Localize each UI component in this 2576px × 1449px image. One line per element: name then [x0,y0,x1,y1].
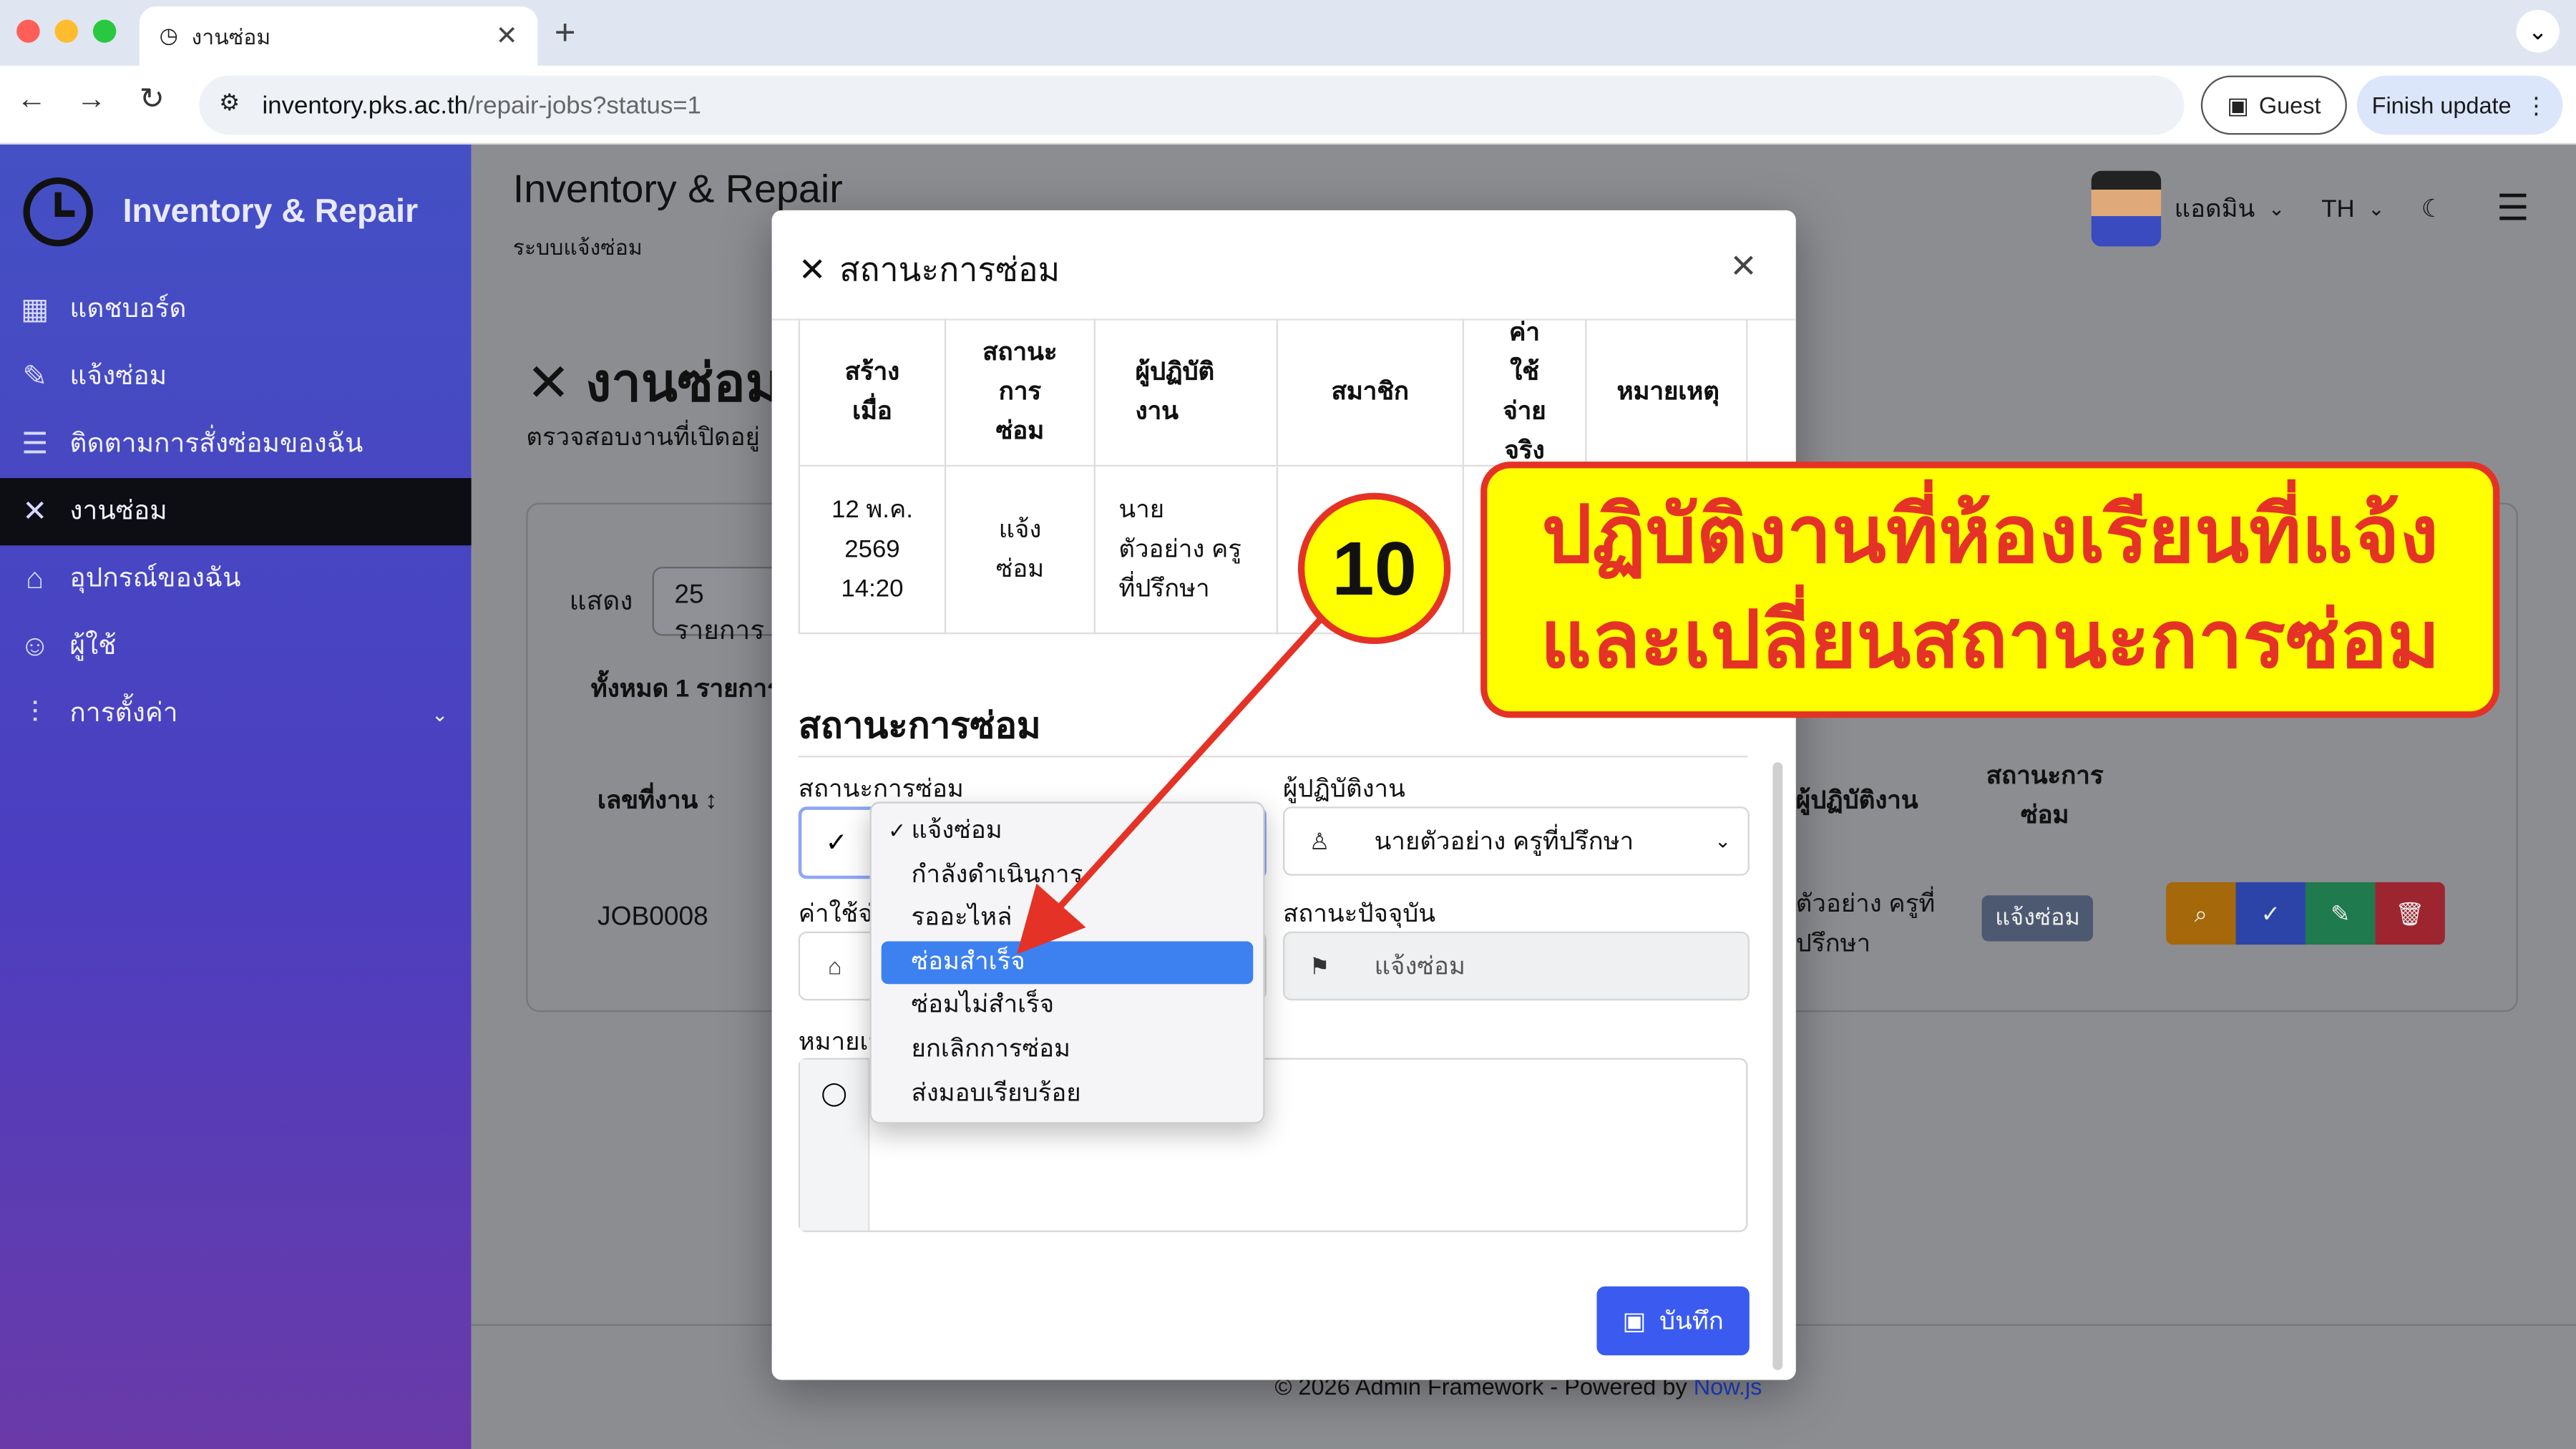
callout-line-1: ปฏิบัติงานที่ห้องเรียนที่แจ้ง [1541,492,2439,580]
annotation-callout: ปฏิบัติงานที่ห้องเรียนที่แจ้ง และเปลี่ยน… [1480,462,2500,718]
screen: ◷ งานซ่อม ✕ + ⌄ ← → ↻ ⚙ inventory.pks.ac… [0,0,2576,1449]
callout-line-2: และเปลี่ยนสถานะการซ่อม [1540,597,2440,686]
step-number-badge: 10 [1297,492,1451,644]
annotation-arrow [1017,609,1331,955]
